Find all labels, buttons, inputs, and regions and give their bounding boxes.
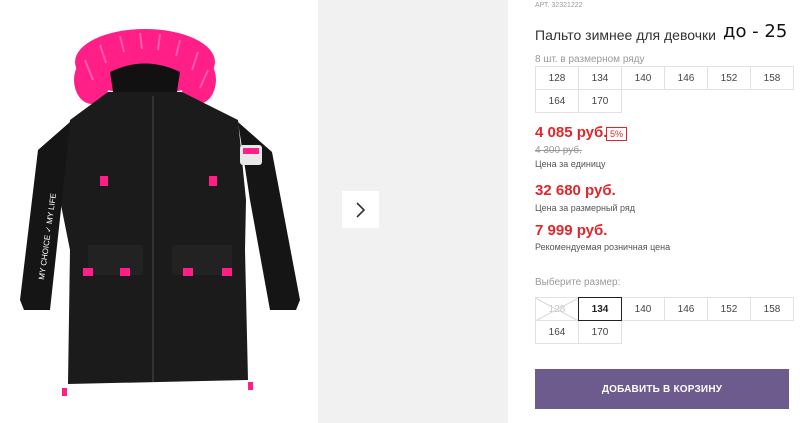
- size-option-selected[interactable]: 134: [578, 297, 622, 321]
- product-panel: АРТ. 32321222 Пальто зимнее для девочки …: [508, 0, 800, 423]
- chevron-right-icon: [355, 201, 365, 218]
- pack-size: 134: [578, 66, 622, 90]
- old-price: 4 300 руб.: [535, 145, 582, 156]
- age-note: до - 25: [723, 21, 788, 42]
- pack-price-note: Цена за размерный ряд: [535, 203, 636, 213]
- product-image[interactable]: MY CHOICE ✓ MY LIFE: [0, 0, 318, 423]
- size-option[interactable]: 170: [578, 320, 622, 344]
- pack-sizes-grid: 128 134 140 146 152 158 164 170: [535, 66, 794, 113]
- size-option[interactable]: 158: [750, 297, 794, 321]
- size-option[interactable]: 152: [707, 297, 751, 321]
- pack-size: 164: [535, 89, 579, 113]
- coat-illustration: MY CHOICE ✓ MY LIFE: [20, 29, 300, 396]
- pack-size: 146: [664, 66, 708, 90]
- add-to-cart-button[interactable]: ДОБАВИТЬ В КОРЗИНУ: [535, 369, 789, 409]
- unit-price-note: Цена за единицу: [535, 159, 606, 169]
- size-option-unavailable: 128: [535, 297, 579, 321]
- size-selector: 128 134 140 146 152 158 164 170: [535, 297, 794, 344]
- unit-price: 4 085 руб.: [535, 124, 608, 141]
- product-title: Пальто зимнее для девочки: [535, 27, 716, 43]
- size-option[interactable]: 146: [664, 297, 708, 321]
- pack-size: 140: [621, 66, 665, 90]
- article-number: АРТ. 32321222: [535, 2, 583, 9]
- retail-price-note: Рекомендуемая розничная цена: [535, 242, 671, 252]
- pack-size: 152: [707, 66, 751, 90]
- pack-size: 158: [750, 66, 794, 90]
- size-option[interactable]: 164: [535, 320, 579, 344]
- discount-badge: 5%: [606, 127, 628, 141]
- choose-size-label: Выберите размер:: [535, 277, 621, 288]
- pack-label: 8 шт. в размерном ряду: [535, 54, 645, 65]
- retail-price: 7 999 руб.: [535, 222, 608, 239]
- pack-price: 32 680 руб.: [535, 182, 616, 199]
- size-option[interactable]: 140: [621, 297, 665, 321]
- next-image-button[interactable]: [342, 191, 379, 228]
- pack-size: 170: [578, 89, 622, 113]
- pack-size: 128: [535, 66, 579, 90]
